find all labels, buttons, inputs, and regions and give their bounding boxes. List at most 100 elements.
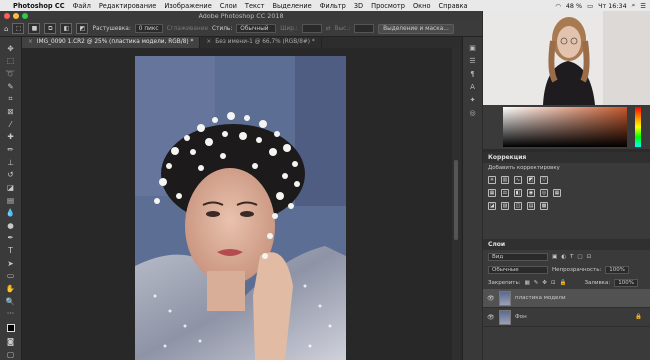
new-selection-icon[interactable]: ■ bbox=[28, 23, 41, 34]
clock[interactable]: Чт 16:34 bbox=[598, 2, 627, 10]
select-and-mask-button[interactable]: Выделение и маска... bbox=[378, 23, 454, 34]
channels-panel-icon[interactable]: ◎ bbox=[467, 108, 479, 118]
color-field[interactable] bbox=[503, 107, 627, 147]
eye-icon[interactable]: 👁 bbox=[487, 314, 495, 321]
width-input[interactable] bbox=[301, 24, 322, 33]
invert-icon[interactable]: ◪ bbox=[488, 202, 496, 210]
canvas-area[interactable] bbox=[22, 48, 460, 360]
move-tool-icon[interactable]: ✥ bbox=[4, 43, 18, 54]
gradient-map-icon[interactable]: ▤ bbox=[527, 202, 535, 210]
exposure-icon[interactable]: ◩ bbox=[527, 176, 535, 184]
layer-row-background[interactable]: 👁 Фон 🔒 bbox=[483, 308, 650, 327]
layer-row-model-liquify[interactable]: 👁 пластика модели bbox=[483, 289, 650, 308]
lock-all-icon[interactable]: 🔒 bbox=[560, 280, 567, 286]
channel-mixer-icon[interactable]: ◎ bbox=[540, 189, 548, 197]
photo-filter-icon[interactable]: ◉ bbox=[527, 189, 535, 197]
black-white-icon[interactable]: ◧ bbox=[514, 189, 522, 197]
layers-panel-title[interactable]: Слои bbox=[483, 239, 650, 250]
more-tools-icon[interactable]: ··· bbox=[4, 308, 18, 319]
lock-pixels-icon[interactable]: ▦ bbox=[525, 280, 530, 286]
fill-input[interactable]: 100% bbox=[614, 278, 638, 287]
menu-image[interactable]: Изображение bbox=[164, 2, 211, 10]
dodge-tool-icon[interactable]: ● bbox=[4, 220, 18, 231]
menu-edit[interactable]: Редактирование bbox=[99, 2, 157, 10]
adjustments-panel-title[interactable]: Коррекция bbox=[483, 152, 650, 163]
marquee-tool-preset-icon[interactable]: ⬚ bbox=[12, 23, 25, 34]
canvas-vertical-scrollbar[interactable] bbox=[452, 48, 460, 360]
color-swatches-icon[interactable] bbox=[4, 321, 18, 335]
close-tab-icon[interactable]: × bbox=[28, 39, 33, 45]
style-select[interactable]: Обычный bbox=[236, 24, 277, 33]
posterize-icon[interactable]: ▨ bbox=[501, 202, 509, 210]
blur-tool-icon[interactable]: 💧 bbox=[4, 207, 18, 218]
eye-icon[interactable]: 👁 bbox=[487, 295, 495, 302]
subtract-selection-icon[interactable]: ◧ bbox=[60, 23, 73, 34]
hue-saturation-icon[interactable]: ▦ bbox=[488, 189, 496, 197]
antialias-checkbox[interactable]: Сглаживание bbox=[167, 26, 208, 32]
tab-document-1[interactable]: × IMG_0090 1.CR2 @ 25% (пластика модели, … bbox=[22, 37, 201, 48]
path-select-icon[interactable]: ➤ bbox=[4, 258, 18, 269]
threshold-icon[interactable]: ◫ bbox=[514, 202, 522, 210]
scroll-thumb[interactable] bbox=[454, 160, 458, 240]
vibrance-icon[interactable]: ▽ bbox=[540, 176, 548, 184]
blend-mode-select[interactable]: Обычные bbox=[488, 265, 548, 274]
intersect-selection-icon[interactable]: ◩ bbox=[76, 23, 89, 34]
menu-window[interactable]: Окно bbox=[413, 2, 431, 10]
filter-shape-icon[interactable]: ▢ bbox=[577, 254, 582, 260]
eyedropper-tool-icon[interactable]: ⁄ bbox=[4, 119, 18, 130]
brush-panel-icon[interactable]: ✦ bbox=[467, 95, 479, 105]
menu-layers[interactable]: Слои bbox=[220, 2, 237, 10]
wifi-icon[interactable]: ◠ bbox=[555, 2, 561, 10]
properties-panel-icon[interactable]: ☰ bbox=[467, 56, 479, 66]
brightness-contrast-icon[interactable]: ☀ bbox=[488, 176, 496, 184]
clone-stamp-icon[interactable]: ⊥ bbox=[4, 157, 18, 168]
color-balance-icon[interactable]: ⚖ bbox=[501, 189, 509, 197]
eraser-tool-icon[interactable]: ◪ bbox=[4, 182, 18, 193]
menu-file[interactable]: Файл bbox=[73, 2, 91, 10]
brush-tool-icon[interactable]: ✏ bbox=[4, 144, 18, 155]
minimize-window-button[interactable] bbox=[13, 13, 19, 19]
character-panel-icon[interactable]: A bbox=[467, 82, 479, 92]
height-input[interactable] bbox=[354, 24, 375, 33]
filter-adjust-icon[interactable]: ◐ bbox=[561, 254, 566, 260]
menu-help[interactable]: Справка bbox=[439, 2, 468, 10]
rectangle-tool-icon[interactable]: ▭ bbox=[4, 271, 18, 282]
lasso-tool-icon[interactable]: ➰ bbox=[4, 68, 18, 79]
lock-paint-icon[interactable]: ✎ bbox=[534, 280, 539, 286]
marquee-tool-icon[interactable]: ⬚ bbox=[4, 56, 18, 67]
document-photo[interactable] bbox=[135, 56, 346, 360]
menu-filter[interactable]: Фильтр bbox=[320, 2, 346, 10]
menu-list-icon[interactable]: ☰ bbox=[640, 2, 646, 10]
zoom-tool-icon[interactable]: 🔍 bbox=[4, 296, 18, 307]
tab-document-2[interactable]: × Без имени-1 @ 66,7% (RGB/8#) * bbox=[200, 37, 322, 48]
quick-mask-icon[interactable]: ◙ bbox=[4, 337, 18, 348]
layer-filter-select[interactable]: Вид bbox=[488, 252, 548, 261]
crop-tool-icon[interactable]: ⌗ bbox=[4, 94, 18, 105]
color-lookup-icon[interactable]: ▦ bbox=[553, 189, 561, 197]
opacity-input[interactable]: 100% bbox=[605, 265, 630, 274]
swap-icon[interactable]: ⇄ bbox=[326, 26, 331, 32]
pen-tool-icon[interactable]: ✒ bbox=[4, 233, 18, 244]
hue-slider[interactable] bbox=[635, 107, 641, 147]
history-panel-icon[interactable]: ▣ bbox=[467, 43, 479, 53]
lock-position-icon[interactable]: ✥ bbox=[542, 280, 547, 286]
menu-view[interactable]: Просмотр bbox=[371, 2, 405, 10]
hand-tool-icon[interactable]: ✋ bbox=[4, 283, 18, 294]
frame-tool-icon[interactable]: ⊠ bbox=[4, 106, 18, 117]
filter-pixel-icon[interactable]: ▣ bbox=[552, 254, 557, 260]
screen-mode-icon[interactable]: ▢ bbox=[4, 349, 18, 360]
battery-icon[interactable]: ▭ bbox=[587, 2, 593, 10]
home-icon[interactable]: ⌂ bbox=[4, 25, 8, 33]
levels-icon[interactable]: ▥ bbox=[501, 176, 509, 184]
menu-text[interactable]: Текст bbox=[245, 2, 265, 10]
gradient-tool-icon[interactable]: ▤ bbox=[4, 195, 18, 206]
filter-type-icon[interactable]: T bbox=[570, 254, 573, 260]
quick-select-tool-icon[interactable]: ✎ bbox=[4, 81, 18, 92]
feather-input[interactable]: 0 пикс bbox=[134, 24, 163, 33]
healing-brush-icon[interactable]: ✚ bbox=[4, 131, 18, 142]
search-icon[interactable]: ⌕ bbox=[632, 1, 636, 10]
type-tool-icon[interactable]: T bbox=[4, 245, 18, 256]
curves-icon[interactable]: ∿ bbox=[514, 176, 522, 184]
close-window-button[interactable] bbox=[4, 13, 10, 19]
add-selection-icon[interactable]: ⧉ bbox=[44, 23, 57, 34]
